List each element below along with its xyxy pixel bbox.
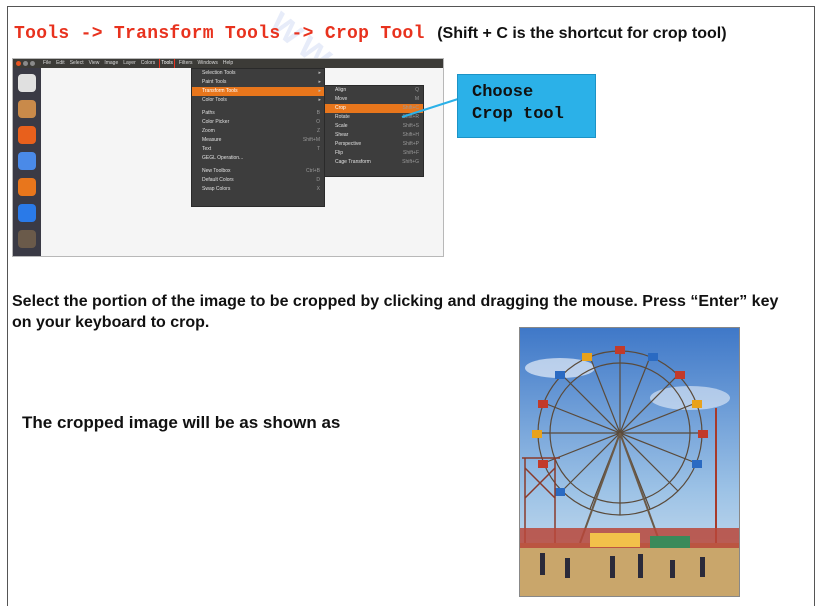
transform-menu-item-shear[interactable]: Shear Shift+H [325,131,423,140]
menu-select[interactable]: Select [70,59,84,68]
shortcut-hint: Shift+S [402,123,419,129]
menu-item-label: Align [335,87,347,93]
dash-icon[interactable] [18,74,36,92]
menu-tools[interactable]: Tools [159,59,175,69]
menu-item-label: Flip [335,150,344,156]
menu-item-label: Zoom [202,128,215,134]
menu-item-label: Selection Tools [202,70,236,76]
menu-item-label: Measure [202,137,222,143]
menu-colors[interactable]: Colors [141,59,155,68]
tools-menu: Selection Tools ▸ Paint Tools ▸ Transform To… [191,68,325,207]
chevron-right-icon: ▸ [318,88,321,94]
tools-menu-item-color-tools[interactable]: Color Tools ▸ [192,96,324,105]
menu-help[interactable]: Help [223,59,233,68]
menu-item-label: Shear [335,132,349,138]
ferris-wheel-photo [520,328,739,596]
ubuntu-launcher [13,68,41,256]
shortcut-hint: X [316,186,320,192]
callout-pointer [401,98,459,118]
shortcut-note: (Shift + C is the shortcut for crop tool… [437,25,727,42]
tools-menu-item-text[interactable]: Text T [192,145,324,154]
menu-item-label: Color Picker [202,119,230,125]
callout-line-2: Crop tool [472,105,564,124]
result-label: The cropped image will be as shown as [22,413,341,432]
chevron-right-icon: ▸ [318,79,321,85]
shortcut-hint: Shift+M [302,137,320,143]
tools-menu-item-transform-tools[interactable]: Transform Tools ▸ [192,87,324,96]
menu-item-label: Color Tools [202,97,227,103]
tools-menu-item-paint-tools[interactable]: Paint Tools ▸ [192,78,324,87]
menu-item-label: Paths [202,110,215,116]
tools-menu-item-color-picker[interactable]: Color Picker O [192,118,324,127]
chevron-right-icon: ▸ [318,70,321,76]
menu-item-label: Text [202,146,212,152]
software-center-icon[interactable] [18,178,36,196]
firefox-icon[interactable] [18,126,36,144]
transform-menu-item-align[interactable]: Align Q [325,86,423,95]
tools-menu-item-gegl-operation[interactable]: GEGL Operation... [192,154,324,163]
shortcut-hint: Shift+H [402,132,419,138]
chromium-icon[interactable] [18,152,36,170]
menu-windows[interactable]: Windows [198,59,218,68]
choose-crop-tool-callout: Choose Crop tool [457,74,596,138]
menu-item-label: Move [335,96,348,102]
menu-item-label: Paint Tools [202,79,227,85]
shortcut-hint: D [316,177,320,183]
tools-menu-item-swap-colors[interactable]: Swap Colors X [192,185,324,194]
menu-path-title: Tools -> Transform Tools -> Crop Tool [14,24,425,44]
callout-line-1: Choose [472,83,534,102]
menu-filters[interactable]: Filters [179,59,193,68]
transform-menu-item-scale[interactable]: Scale Shift+S [325,122,423,131]
menu-file[interactable]: File [43,59,51,68]
menu-layer[interactable]: Layer [123,59,136,68]
gimp-icon[interactable] [18,230,36,248]
gimp-screenshot: File Edit Select View Image Layer Colors Tools F… [12,58,444,257]
shortcut-hint: Shift+P [402,141,419,147]
shortcut-hint: Ctrl+B [305,168,320,174]
shortcut-hint: Shift+F [403,150,419,156]
menu-item-label: Scale [335,123,348,129]
menu-edit[interactable]: Edit [56,59,65,68]
transform-menu-item-flip[interactable]: Flip Shift+F [325,149,423,158]
cropped-ferris-wheel-photo [519,327,740,597]
menu-item-label: Default Colors [202,177,234,183]
transform-menu-item-perspective[interactable]: Perspective Shift+P [325,140,423,149]
transform-menu-item-cage-transform[interactable]: Cage Transform Shift+G [325,158,423,167]
shortcut-hint: T [316,146,320,152]
tools-menu-item-measure[interactable]: Measure Shift+M [192,136,324,145]
menu-item-label: Perspective [335,141,362,147]
menu-item-label: New Toolbox [202,168,231,174]
menu-item-label: GEGL Operation... [202,155,244,161]
files-icon[interactable] [18,100,36,118]
chevron-right-icon: ▸ [318,97,321,103]
tools-menu-item-selection-tools[interactable]: Selection Tools ▸ [192,69,324,78]
menu-item-label: Swap Colors [202,186,231,192]
teamviewer-icon[interactable] [18,204,36,222]
menu-item-label: Cage Transform [335,159,371,165]
menu-item-label: Transform Tools [202,88,238,94]
shortcut-hint: B [316,110,320,116]
menu-item-label: Rotate [335,114,350,120]
tools-menu-item-paths[interactable]: Paths B [192,109,324,118]
shortcut-hint: Q [415,87,419,93]
shortcut-hint: Z [316,128,320,134]
menu-view[interactable]: View [89,59,100,68]
maximize-icon[interactable] [30,61,35,66]
gimp-menubar: File Edit Select View Image Layer Colors Tools F… [43,59,233,69]
tools-menu-item-zoom[interactable]: Zoom Z [192,127,324,136]
shortcut-hint: O [316,119,320,125]
tools-menu-item-new-toolbox[interactable]: New Toolbox Ctrl+B [192,167,324,176]
minimize-icon[interactable] [23,61,28,66]
tools-menu-item-default-colors[interactable]: Default Colors D [192,176,324,185]
menu-image[interactable]: Image [104,59,118,68]
menu-item-label: Crop [335,105,346,111]
shortcut-hint: Shift+G [402,159,419,165]
close-icon[interactable] [16,61,21,66]
title-row: Tools -> Transform Tools -> Crop Tool (S… [14,24,727,44]
